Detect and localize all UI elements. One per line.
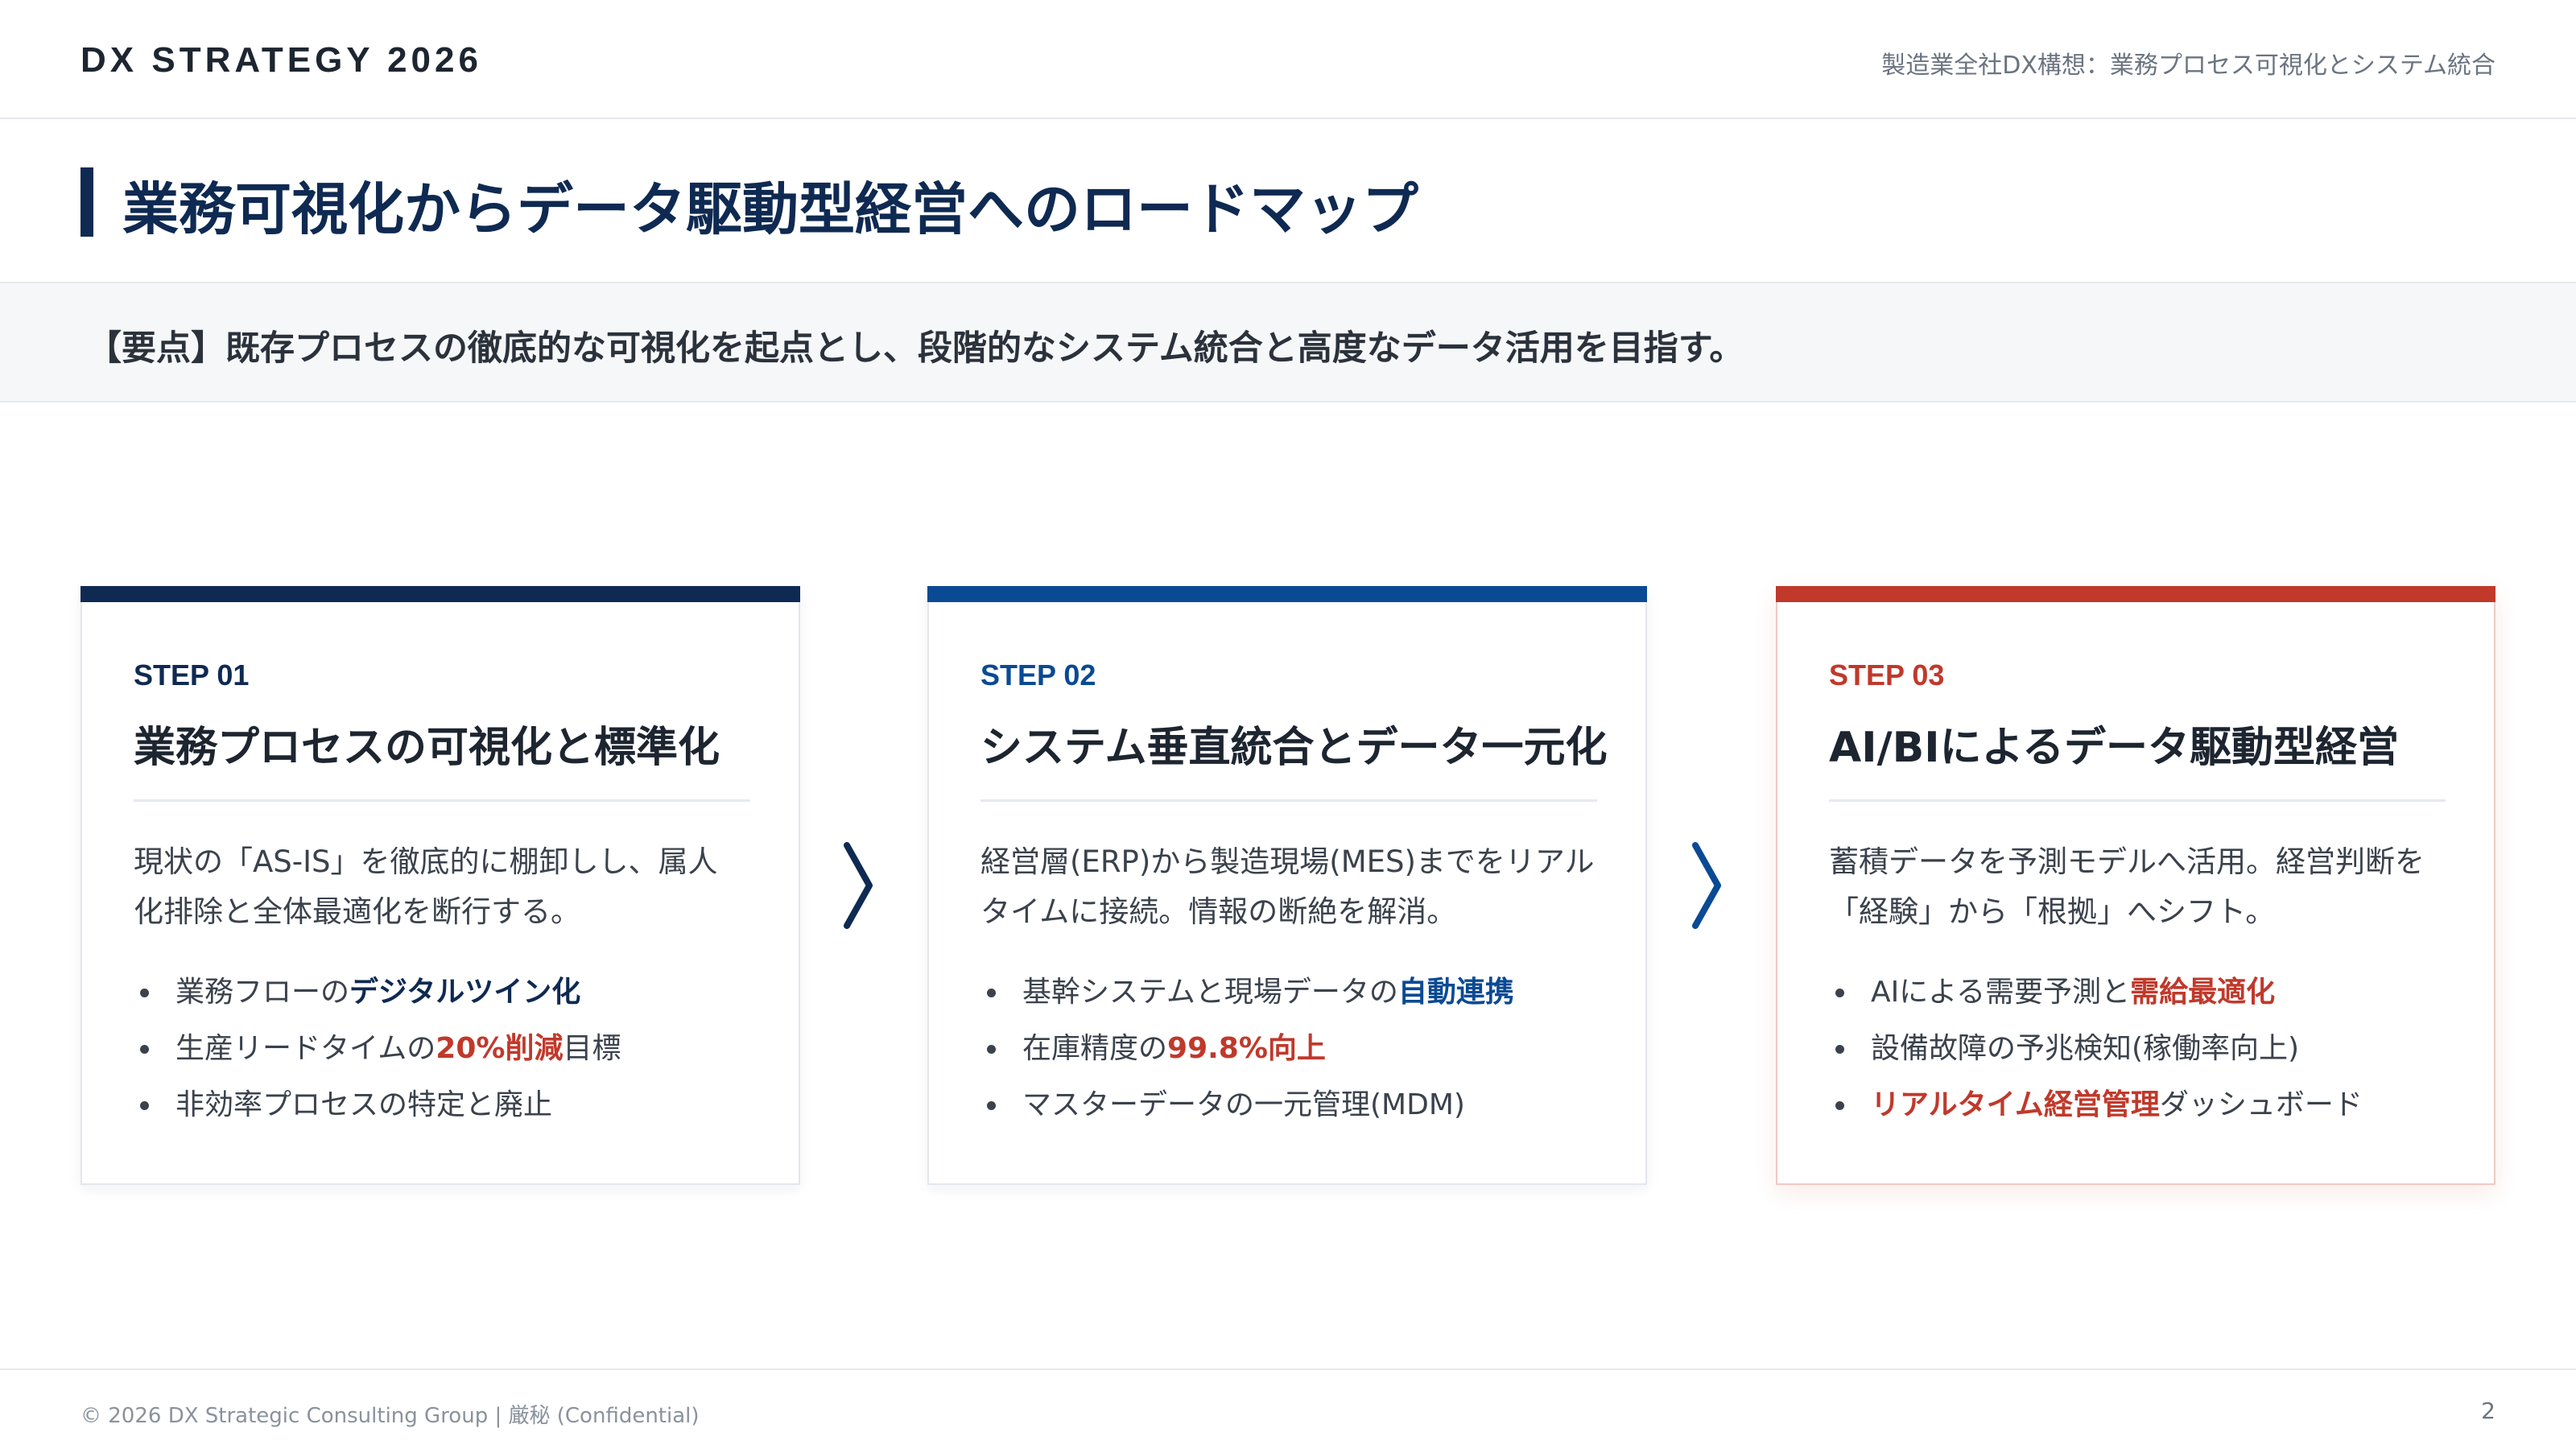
list-item: 生産リードタイムの20%削減目標: [134, 1021, 770, 1077]
description-line: 「経験」から「根拠」へシフト。: [1829, 894, 2276, 929]
bullet-dot-icon: [140, 989, 149, 997]
description-line: 経営層(ERP)から製造現場(MES)までをリアル: [980, 844, 1595, 879]
bullet-dot-icon: [1835, 1045, 1844, 1054]
step-title: 業務プロセスの可視化と標準化: [134, 713, 750, 802]
bullet-highlight: 自動連携: [1397, 976, 1514, 1009]
step-title: システム垂直統合とデータ一元化: [980, 713, 1607, 802]
bullet-text: 生産リードタイムの: [175, 1032, 436, 1065]
bullet-text: 在庫精度の: [1022, 1032, 1168, 1065]
list-item: 業務フローのデジタルツイン化: [134, 964, 770, 1021]
chevron-right-icon: [1692, 842, 1721, 929]
list-item: マスターデータの一元管理(MDM): [980, 1077, 1616, 1133]
title-accent-bar: [80, 167, 93, 237]
bullet-list: 業務フローのデジタルツイン化 生産リードタイムの20%削減目標 非効率プロセスの…: [134, 964, 770, 1133]
bullet-text: マスターデータの一元管理(MDM): [1022, 1088, 1465, 1121]
bullet-text: 設備故障の予兆検知(稼働率向上): [1871, 1032, 2300, 1065]
bullet-text: 業務フローの: [175, 976, 350, 1009]
bullet-dot-icon: [987, 1101, 996, 1110]
description-line: 化排除と全体最適化を断行する。: [134, 894, 580, 929]
page-title: 業務可視化からデータ駆動型経営へのロードマップ: [122, 176, 1418, 242]
list-item: リアルタイム経営管理ダッシュボード: [1829, 1077, 2465, 1133]
bullet-text: ダッシュボード: [2159, 1088, 2363, 1121]
bullet-list: AIによる需要予測と需給最適化 設備故障の予兆検知(稼働率向上) リアルタイム経…: [1829, 964, 2465, 1133]
summary-text: 【要点】既存プロセスの徹底的な可視化を起点とし、段階的なシステム統合と高度なデー…: [87, 328, 1744, 369]
slide-footer: © 2026 DX Strategic Consulting Group | 厳…: [0, 1368, 2576, 1449]
page-number: 2: [2481, 1397, 2496, 1424]
bullet-highlight: リアルタイム経営管理: [1871, 1088, 2160, 1121]
step-card-2: STEP 02 システム垂直統合とデータ一元化 経営層(ERP)から製造現場(M…: [927, 586, 1647, 1185]
step-description: 現状の「AS-IS」を徹底的に棚卸しし、属人 化排除と全体最適化を断行する。: [134, 837, 750, 937]
bullet-text: 基幹システムと現場データの: [1022, 976, 1398, 1009]
step-label: STEP 02: [980, 658, 1096, 691]
bullet-dot-icon: [1835, 1101, 1844, 1110]
copyright-text: © 2026 DX Strategic Consulting Group | 厳…: [80, 1404, 700, 1428]
bullet-dot-icon: [140, 1045, 149, 1054]
step-label: STEP 03: [1829, 658, 1945, 691]
summary-banner: 【要点】既存プロセスの徹底的な可視化を起点とし、段階的なシステム統合と高度なデー…: [0, 283, 2576, 402]
header-subtitle: 製造業全社DX構想：業務プロセス可視化とシステム統合: [1881, 52, 2496, 80]
bullet-dot-icon: [987, 989, 996, 997]
step-description: 蓄積データを予測モデルへ活用。経営判断を 「経験」から「根拠」へシフト。: [1829, 837, 2446, 937]
description-line: タイムに接続。情報の断絶を解消。: [980, 894, 1457, 929]
bullet-highlight: 需給最適化: [2130, 976, 2276, 1009]
step-card-1: STEP 01 業務プロセスの可視化と標準化 現状の「AS-IS」を徹底的に棚卸…: [80, 586, 800, 1185]
description-line: 現状の「AS-IS」を徹底的に棚卸しし、属人: [134, 844, 718, 879]
card-top-bar: [80, 586, 800, 602]
title-section: 業務可視化からデータ駆動型経営へのロードマップ: [0, 119, 2576, 283]
bullet-dot-icon: [1835, 989, 1844, 997]
step-card-3: STEP 03 AI/BIによるデータ駆動型経営 蓄積データを予測モデルへ活用。…: [1776, 586, 2496, 1185]
list-item: 非効率プロセスの特定と廃止: [134, 1077, 770, 1133]
step-title: AI/BIによるデータ駆動型経営: [1829, 713, 2446, 802]
list-item: 在庫精度の99.8%向上: [980, 1021, 1616, 1077]
bullet-highlight: 99.8%向上: [1167, 1032, 1326, 1065]
bullet-text: AIによる需要予測と: [1871, 976, 2131, 1009]
slide-header: DX STRATEGY 2026 製造業全社DX構想：業務プロセス可視化とシステ…: [0, 0, 2576, 119]
bullet-highlight: 20%削減: [436, 1032, 564, 1065]
card-top-bar: [927, 586, 1647, 602]
bullet-text: 非効率プロセスの特定と廃止: [175, 1088, 553, 1121]
description-line: 蓄積データを予測モデルへ活用。経営判断を: [1829, 844, 2425, 879]
brand-title: DX STRATEGY 2026: [80, 40, 482, 80]
step-description: 経営層(ERP)から製造現場(MES)までをリアル タイムに接続。情報の断絶を解…: [980, 837, 1597, 937]
bullet-dot-icon: [140, 1101, 149, 1110]
bullet-list: 基幹システムと現場データの自動連携 在庫精度の99.8%向上 マスターデータの一…: [980, 964, 1616, 1133]
bullet-text: 目標: [563, 1032, 621, 1065]
step-label: STEP 01: [134, 658, 250, 691]
chevron-right-icon: [844, 842, 873, 929]
list-item: 基幹システムと現場データの自動連携: [980, 964, 1616, 1021]
list-item: AIによる需要予測と需給最適化: [1829, 964, 2465, 1021]
bullet-highlight: デジタルツイン化: [349, 976, 581, 1009]
bullet-dot-icon: [987, 1045, 996, 1054]
list-item: 設備故障の予兆検知(稼働率向上): [1829, 1021, 2465, 1077]
card-top-bar: [1776, 586, 2496, 602]
